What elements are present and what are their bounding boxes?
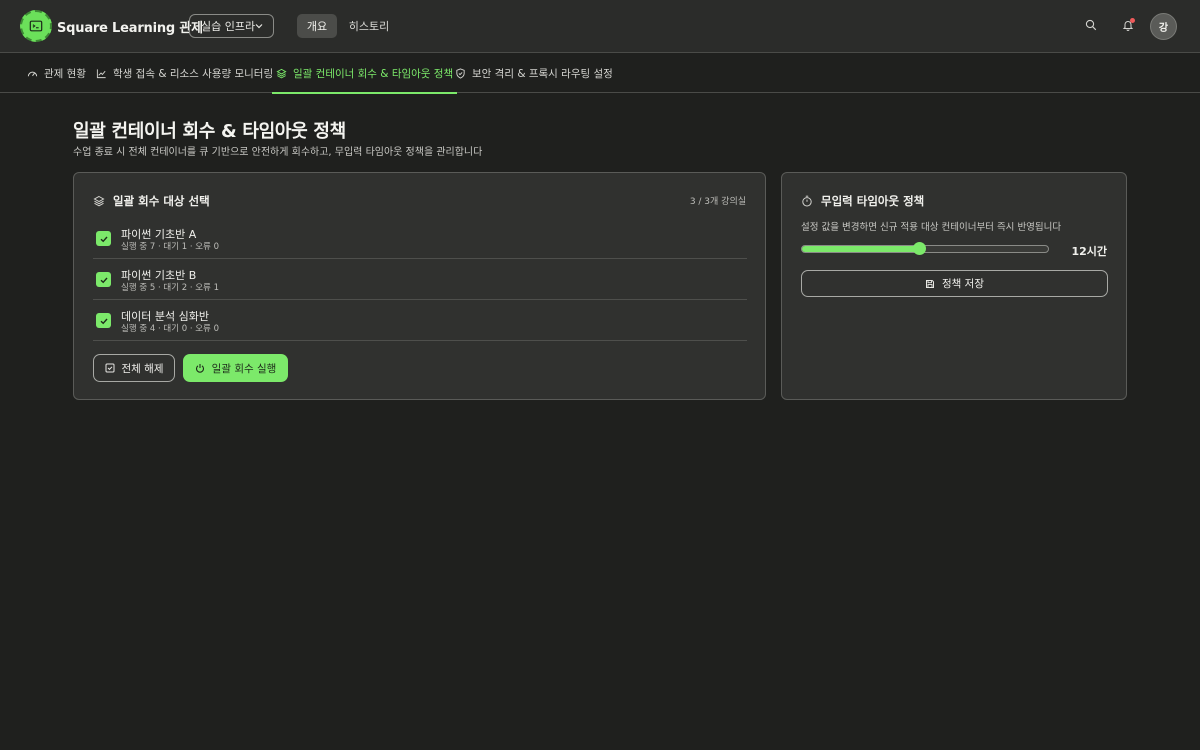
save-policy-label: 정책 저장: [942, 278, 984, 290]
list-item[interactable]: 파이썬 기초반 A 실행 중 7 · 대기 1 · 오류 0: [93, 218, 747, 259]
tab-label: 관제 현황: [44, 68, 86, 80]
room-stats: 실행 중 5 · 대기 2 · 오류 1: [121, 283, 219, 293]
timer-icon: [802, 195, 812, 207]
timeout-description: 설정 값을 변경하면 신규 적용 대상 컨테이너부터 즉시 반영됩니다: [801, 222, 1062, 233]
deselect-all-button[interactable]: 전체 해제: [93, 354, 175, 382]
page-title: 일괄 컨테이너 회수 & 타임아웃 정책: [73, 121, 346, 142]
app-logo-icon[interactable]: [20, 10, 52, 42]
tab-bulk-reclaim[interactable]: 일괄 컨테이너 회수 & 타임아웃 정책: [271, 54, 458, 94]
room-checkbox[interactable]: [96, 313, 111, 328]
check-icon: [100, 277, 108, 283]
timeout-value: 12시간: [1071, 245, 1107, 258]
notification-dot: [1130, 18, 1135, 23]
nav-overview[interactable]: 개요: [297, 14, 337, 38]
tab-monitoring[interactable]: 학생 접속 & 리소스 사용량 모니터링: [96, 54, 273, 93]
timeout-policy-card: 무입력 타임아웃 정책 설정 값을 변경하면 신규 적용 대상 컨테이너부터 즉…: [781, 172, 1127, 400]
environment-select-value: 실습 인프라: [201, 20, 256, 33]
terminal-icon: [29, 20, 43, 32]
bulk-reclaim-header: 일괄 회수 대상 선택: [93, 193, 210, 209]
run-bulk-reclaim-label: 일괄 회수 실행: [211, 362, 277, 375]
check-icon: [100, 318, 108, 324]
room-stats: 실행 중 4 · 대기 0 · 오류 0: [121, 324, 219, 334]
search-button[interactable]: [1083, 17, 1099, 33]
list-item[interactable]: 파이썬 기초반 B 실행 중 5 · 대기 2 · 오류 1: [93, 259, 747, 300]
list-item[interactable]: 데이터 분석 심화반 실행 중 4 · 대기 0 · 오류 0: [93, 300, 747, 341]
brand-name: Square Learning 관제: [57, 21, 203, 36]
timeout-slider[interactable]: [801, 242, 1049, 255]
shield-icon: [456, 68, 465, 79]
chevron-down-icon: [255, 24, 263, 29]
power-icon: [195, 364, 204, 373]
layers-icon: [93, 195, 105, 207]
top-bar: Square Learning 관제 실습 인프라 개요 히스토리 강: [0, 0, 1200, 53]
timeout-policy-title: 무입력 타임아웃 정책: [821, 194, 925, 208]
tab-label: 보안 격리 & 프록시 라우팅 설정: [472, 68, 613, 80]
timeout-slider-thumb[interactable]: [913, 242, 927, 255]
avatar[interactable]: 강: [1150, 13, 1177, 40]
bulk-reclaim-card: 일괄 회수 대상 선택 3 / 3개 강의실 파이썬 기초반 A 실행 중 7 …: [73, 172, 766, 400]
line-chart-icon: [96, 69, 106, 79]
save-icon: [926, 279, 934, 288]
deselect-all-label: 전체 해제: [121, 362, 164, 375]
notification-button[interactable]: [1120, 17, 1136, 33]
page-subtitle: 수업 종료 시 전체 컨테이너를 큐 기반으로 안전하게 회수하고, 무입력 타…: [73, 147, 483, 158]
nav-history[interactable]: 히스토리: [344, 14, 394, 38]
save-policy-button[interactable]: 정책 저장: [801, 270, 1108, 297]
tab-security[interactable]: 보안 격리 & 프록시 라우팅 설정: [455, 54, 613, 93]
timeout-slider-fill: [802, 246, 921, 252]
check-icon: [100, 236, 108, 242]
gauge-icon: [27, 71, 38, 77]
checkbox-icon: [105, 363, 114, 373]
room-stats: 실행 중 7 · 대기 1 · 오류 0: [121, 242, 219, 252]
tab-label: 일괄 컨테이너 회수 & 타임아웃 정책: [293, 68, 454, 80]
room-checkbox[interactable]: [96, 272, 111, 287]
run-bulk-reclaim-button[interactable]: 일괄 회수 실행: [183, 354, 288, 382]
tab-bar: 관제 현황 학생 접속 & 리소스 사용량 모니터링 일괄 컨테이너 회수 & …: [0, 54, 1200, 94]
search-icon: [1085, 19, 1097, 31]
timeout-policy-header: 무입력 타임아웃 정책: [801, 193, 924, 209]
selected-count: 3 / 3개 강의실: [689, 197, 746, 207]
room-list: 파이썬 기초반 A 실행 중 7 · 대기 1 · 오류 0 파이썬 기초반 B…: [93, 218, 747, 341]
environment-select[interactable]: 실습 인프라: [189, 14, 274, 38]
tab-dashboard[interactable]: 관제 현황: [27, 54, 86, 93]
layers-icon: [276, 68, 287, 79]
bulk-reclaim-title: 일괄 회수 대상 선택: [113, 194, 210, 208]
room-checkbox[interactable]: [96, 231, 111, 246]
tab-label: 학생 접속 & 리소스 사용량 모니터링: [113, 68, 274, 80]
